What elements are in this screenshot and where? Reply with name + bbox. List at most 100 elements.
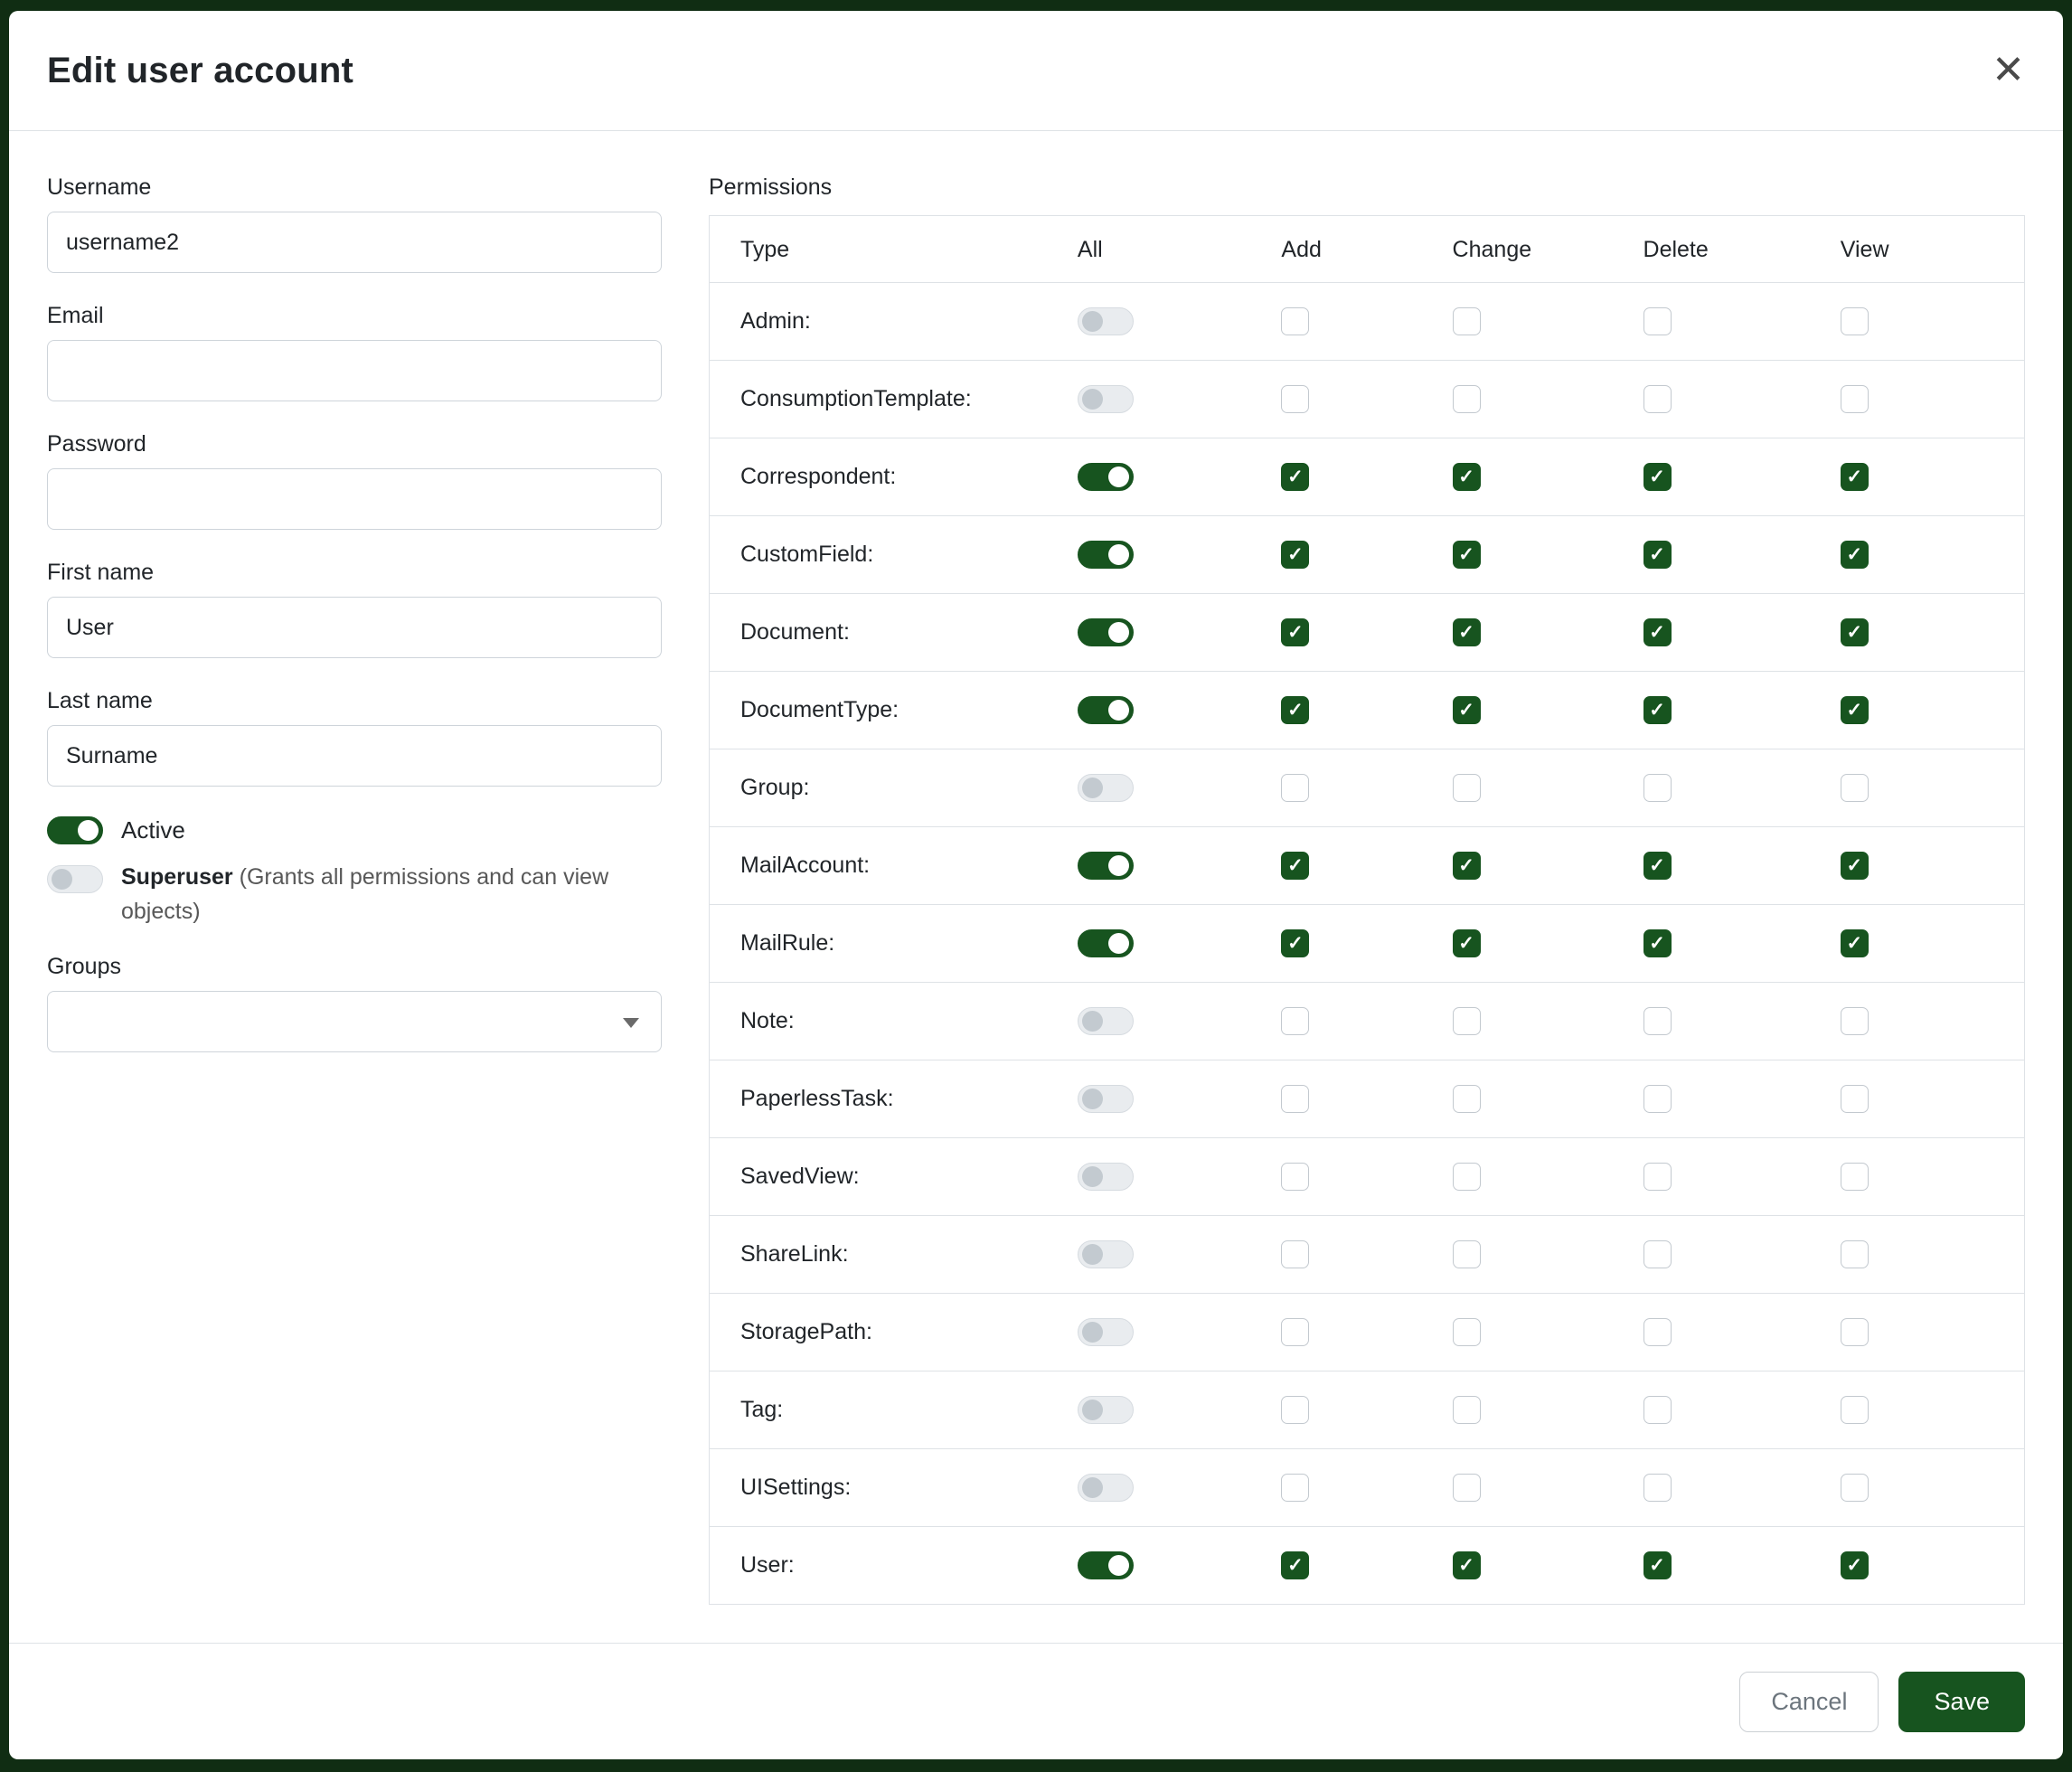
permission-add-checkbox[interactable] [1281,385,1309,413]
permission-view-checkbox[interactable] [1841,1007,1869,1035]
permission-change-checkbox[interactable]: ✓ [1453,1551,1481,1579]
permission-add-checkbox[interactable] [1281,1007,1309,1035]
permission-change-checkbox[interactable]: ✓ [1453,618,1481,646]
permission-delete-checkbox[interactable]: ✓ [1643,1551,1672,1579]
permission-add-checkbox[interactable]: ✓ [1281,618,1309,646]
last-name-field[interactable] [47,725,662,787]
permission-view-checkbox[interactable] [1841,1240,1869,1268]
permission-all-toggle[interactable] [1078,696,1134,724]
permission-change-checkbox[interactable]: ✓ [1453,696,1481,724]
permission-change-checkbox[interactable] [1453,1007,1481,1035]
permission-add-checkbox[interactable]: ✓ [1281,463,1309,491]
permission-add-checkbox[interactable] [1281,1318,1309,1346]
permission-add-checkbox[interactable]: ✓ [1281,852,1309,880]
permission-delete-checkbox[interactable]: ✓ [1643,929,1672,957]
permission-add-checkbox[interactable] [1281,1396,1309,1424]
permission-all-toggle[interactable] [1078,1396,1134,1424]
permission-view-checkbox[interactable] [1841,774,1869,802]
permission-all-toggle[interactable] [1078,1551,1134,1579]
permission-view-checkbox[interactable]: ✓ [1841,852,1869,880]
permission-add-checkbox[interactable] [1281,1085,1309,1113]
superuser-toggle[interactable] [47,865,103,893]
permissions-row: MailRule: ✓ ✓ ✓ ✓ [710,905,2025,983]
permission-view-checkbox[interactable] [1841,1163,1869,1191]
cancel-button[interactable]: Cancel [1739,1672,1879,1732]
permission-delete-checkbox[interactable] [1643,307,1672,335]
permission-delete-checkbox[interactable] [1643,774,1672,802]
permission-delete-checkbox[interactable]: ✓ [1643,618,1672,646]
permission-delete-checkbox[interactable] [1643,1085,1672,1113]
permission-add-checkbox[interactable]: ✓ [1281,929,1309,957]
permission-type-label: ConsumptionTemplate: [710,361,1078,438]
permission-all-toggle[interactable] [1078,774,1134,802]
first-name-field[interactable] [47,597,662,658]
permission-all-toggle[interactable] [1078,1240,1134,1268]
permission-view-checkbox[interactable]: ✓ [1841,1551,1869,1579]
permission-change-checkbox[interactable]: ✓ [1453,541,1481,569]
permission-all-toggle[interactable] [1078,1163,1134,1191]
permission-view-checkbox[interactable] [1841,1396,1869,1424]
permission-view-checkbox[interactable] [1841,307,1869,335]
permission-delete-checkbox[interactable] [1643,1396,1672,1424]
permissions-row: Document: ✓ ✓ ✓ ✓ [710,594,2025,672]
groups-select[interactable] [47,991,662,1052]
permission-view-checkbox[interactable] [1841,1474,1869,1502]
permission-all-toggle[interactable] [1078,541,1134,569]
email-field[interactable] [47,340,662,401]
permission-change-checkbox[interactable] [1453,1318,1481,1346]
permission-add-checkbox[interactable] [1281,307,1309,335]
permission-all-toggle[interactable] [1078,385,1134,413]
permission-add-checkbox[interactable]: ✓ [1281,1551,1309,1579]
permission-all-toggle[interactable] [1078,618,1134,646]
permission-view-checkbox[interactable] [1841,1318,1869,1346]
permission-change-checkbox[interactable] [1453,1396,1481,1424]
permission-change-checkbox[interactable] [1453,307,1481,335]
permission-delete-checkbox[interactable] [1643,385,1672,413]
permission-change-checkbox[interactable] [1453,774,1481,802]
permission-change-checkbox[interactable] [1453,1163,1481,1191]
permission-change-checkbox[interactable] [1453,1474,1481,1502]
permission-add-checkbox[interactable] [1281,1474,1309,1502]
permission-change-checkbox[interactable] [1453,1240,1481,1268]
permission-view-checkbox[interactable] [1841,385,1869,413]
permission-add-checkbox[interactable] [1281,1163,1309,1191]
permission-all-toggle[interactable] [1078,929,1134,957]
permission-view-checkbox[interactable]: ✓ [1841,696,1869,724]
permission-delete-checkbox[interactable] [1643,1240,1672,1268]
permission-view-checkbox[interactable]: ✓ [1841,541,1869,569]
permission-change-checkbox[interactable]: ✓ [1453,463,1481,491]
close-icon[interactable]: ✕ [1992,51,2025,90]
permission-all-toggle[interactable] [1078,1474,1134,1502]
permission-all-toggle[interactable] [1078,307,1134,335]
permission-delete-checkbox[interactable] [1643,1474,1672,1502]
permission-delete-checkbox[interactable] [1643,1163,1672,1191]
permission-view-checkbox[interactable] [1841,1085,1869,1113]
permission-delete-checkbox[interactable] [1643,1007,1672,1035]
permission-view-checkbox[interactable]: ✓ [1841,929,1869,957]
permission-view-checkbox[interactable]: ✓ [1841,618,1869,646]
save-button[interactable]: Save [1898,1672,2025,1732]
toggle-knob [1082,1400,1103,1420]
active-toggle[interactable] [47,816,103,844]
permission-change-checkbox[interactable]: ✓ [1453,852,1481,880]
permission-all-toggle[interactable] [1078,852,1134,880]
permission-all-toggle[interactable] [1078,1085,1134,1113]
permission-add-checkbox[interactable] [1281,774,1309,802]
permission-add-checkbox[interactable] [1281,1240,1309,1268]
permission-delete-checkbox[interactable]: ✓ [1643,463,1672,491]
password-field[interactable] [47,468,662,530]
permission-add-checkbox[interactable]: ✓ [1281,696,1309,724]
permission-delete-checkbox[interactable]: ✓ [1643,852,1672,880]
permission-all-toggle[interactable] [1078,463,1134,491]
permission-change-checkbox[interactable] [1453,385,1481,413]
username-input[interactable] [47,212,662,273]
permission-change-checkbox[interactable]: ✓ [1453,929,1481,957]
permission-view-checkbox[interactable]: ✓ [1841,463,1869,491]
permission-all-toggle[interactable] [1078,1318,1134,1346]
permission-delete-checkbox[interactable] [1643,1318,1672,1346]
permission-all-toggle[interactable] [1078,1007,1134,1035]
permission-add-checkbox[interactable]: ✓ [1281,541,1309,569]
permission-delete-checkbox[interactable]: ✓ [1643,541,1672,569]
permission-delete-checkbox[interactable]: ✓ [1643,696,1672,724]
permission-change-checkbox[interactable] [1453,1085,1481,1113]
